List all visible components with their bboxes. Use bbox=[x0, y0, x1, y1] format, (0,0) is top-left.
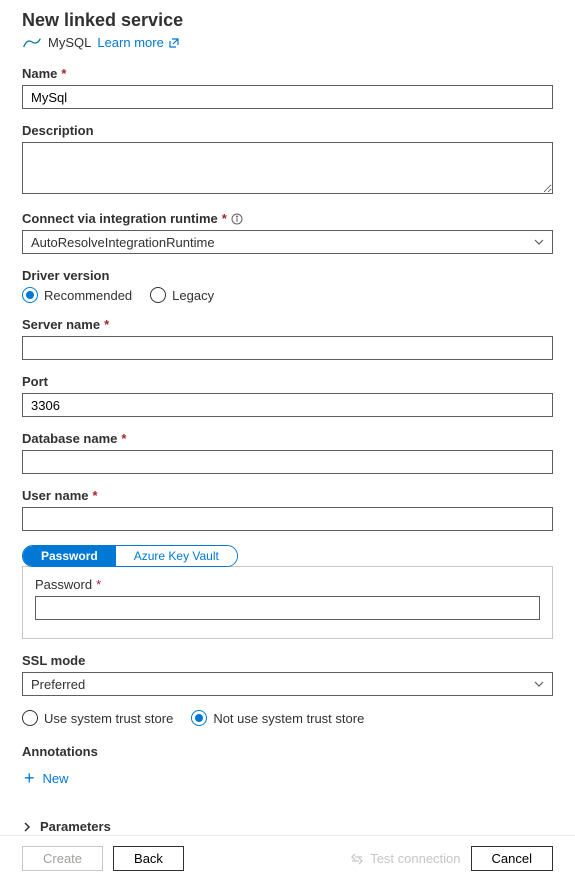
new-label: New bbox=[43, 771, 69, 786]
trust-use-radio[interactable]: Use system trust store bbox=[22, 710, 173, 726]
cancel-button[interactable]: Cancel bbox=[471, 846, 553, 871]
driver-legacy-label: Legacy bbox=[172, 288, 214, 303]
driver-label: Driver version bbox=[22, 268, 553, 283]
auth-tabs: Password Azure Key Vault bbox=[22, 545, 238, 567]
footer: Create Back Test connection Cancel bbox=[0, 835, 575, 881]
ssl-select[interactable]: Preferred bbox=[22, 672, 553, 696]
trust-notuse-radio[interactable]: Not use system trust store bbox=[191, 710, 364, 726]
password-panel: Password* bbox=[22, 566, 553, 639]
parameters-toggle[interactable]: Parameters bbox=[22, 819, 553, 834]
annotations-title: Annotations bbox=[22, 744, 553, 759]
subheader: MySQL Learn more bbox=[22, 35, 553, 50]
chevron-right-icon bbox=[22, 822, 32, 832]
back-button[interactable]: Back bbox=[113, 846, 184, 871]
radio-dot-icon bbox=[191, 710, 207, 726]
username-label: User name* bbox=[22, 488, 553, 503]
chevron-down-icon bbox=[534, 237, 544, 247]
radio-dot-icon bbox=[150, 287, 166, 303]
test-connection-icon bbox=[350, 852, 364, 866]
plus-icon: + bbox=[24, 769, 35, 787]
radio-dot-icon bbox=[22, 710, 38, 726]
password-input[interactable] bbox=[35, 596, 540, 620]
test-connection-label: Test connection bbox=[370, 851, 460, 866]
ssl-value: Preferred bbox=[31, 677, 85, 692]
port-label: Port bbox=[22, 374, 553, 389]
learn-more-label: Learn more bbox=[97, 35, 163, 50]
external-link-icon bbox=[168, 37, 180, 49]
runtime-select[interactable]: AutoResolveIntegrationRuntime bbox=[22, 230, 553, 254]
name-input[interactable] bbox=[22, 85, 553, 109]
driver-legacy-radio[interactable]: Legacy bbox=[150, 287, 214, 303]
runtime-label: Connect via integration runtime* bbox=[22, 211, 553, 226]
tab-keyvault[interactable]: Azure Key Vault bbox=[116, 546, 237, 566]
password-label: Password* bbox=[35, 577, 540, 592]
name-label: Name* bbox=[22, 66, 553, 81]
database-input[interactable] bbox=[22, 450, 553, 474]
create-button[interactable]: Create bbox=[22, 846, 103, 871]
radio-dot-icon bbox=[22, 287, 38, 303]
description-label: Description bbox=[22, 123, 553, 138]
driver-recommended-radio[interactable]: Recommended bbox=[22, 287, 132, 303]
chevron-down-icon bbox=[534, 679, 544, 689]
add-annotation-button[interactable]: + New bbox=[22, 765, 71, 791]
username-input[interactable] bbox=[22, 507, 553, 531]
test-connection-button[interactable]: Test connection bbox=[350, 851, 460, 866]
mysql-icon bbox=[22, 37, 42, 49]
runtime-value: AutoResolveIntegrationRuntime bbox=[31, 235, 215, 250]
connector-name: MySQL bbox=[48, 35, 91, 50]
description-input[interactable] bbox=[22, 142, 553, 194]
info-icon bbox=[231, 213, 243, 225]
trust-use-label: Use system trust store bbox=[44, 711, 173, 726]
page-title: New linked service bbox=[22, 10, 553, 31]
ssl-label: SSL mode bbox=[22, 653, 553, 668]
learn-more-link[interactable]: Learn more bbox=[97, 35, 179, 50]
server-label: Server name* bbox=[22, 317, 553, 332]
trust-notuse-label: Not use system trust store bbox=[213, 711, 364, 726]
server-input[interactable] bbox=[22, 336, 553, 360]
parameters-title: Parameters bbox=[40, 819, 111, 834]
tab-password[interactable]: Password bbox=[23, 546, 116, 566]
port-input[interactable] bbox=[22, 393, 553, 417]
database-label: Database name* bbox=[22, 431, 553, 446]
driver-recommended-label: Recommended bbox=[44, 288, 132, 303]
